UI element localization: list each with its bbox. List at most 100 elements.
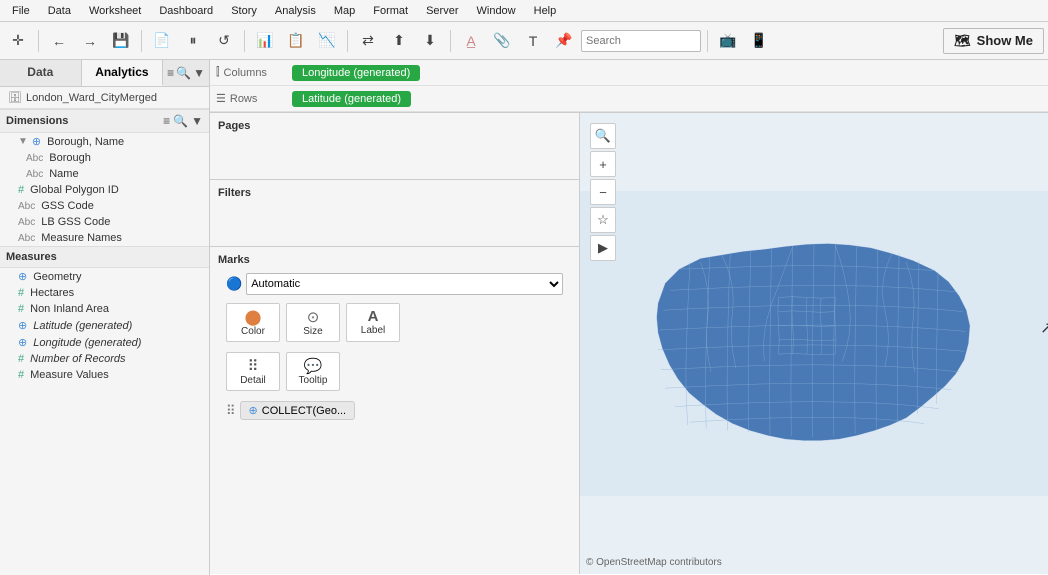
pages-body <box>218 135 571 175</box>
show-me-button[interactable]: 🗺 Show Me <box>943 28 1044 54</box>
toolbar-sort-asc[interactable]: ⬆ <box>385 27 413 55</box>
filters-body <box>218 202 571 242</box>
dimensions-header-icons: ≡ 🔍 ▼ <box>163 114 203 128</box>
field-label-lat: Latitude (generated) <box>33 320 132 332</box>
toolbar-save[interactable]: 💾 <box>107 27 135 55</box>
dimensions-list-icon[interactable]: ≡ <box>163 114 170 128</box>
field-number-records[interactable]: # Number of Records <box>0 351 209 367</box>
map-arrow-btn[interactable]: ▶ <box>590 235 616 261</box>
map-controls: 🔍 + − ☆ ▶ <box>590 123 616 261</box>
menu-server[interactable]: Server <box>418 3 466 19</box>
menu-file[interactable]: File <box>4 3 38 19</box>
filters-title: Filters <box>218 184 571 202</box>
map-bookmark-btn[interactable]: ☆ <box>590 207 616 233</box>
field-longitude-gen[interactable]: ⊕ Longitude (generated) <box>0 334 209 351</box>
marks-extra-buttons: ⠿ Detail 💬 Tooltip <box>218 348 571 397</box>
marks-panel: Marks 🔵 Automatic Bar Line Area Circle S… <box>210 247 579 574</box>
field-label-nor: Number of Records <box>30 353 125 365</box>
toolbar-highlight[interactable]: A̲ <box>457 27 485 55</box>
toolbar-back[interactable]: ← <box>45 27 73 55</box>
marks-tooltip-btn[interactable]: 💬 Tooltip <box>286 352 340 391</box>
field-label-gpid: Global Polygon ID <box>30 184 119 196</box>
left-panel: Data Analytics ≡ 🔍 ▼ 🗄 London_Ward_CityM… <box>0 60 210 575</box>
menu-story[interactable]: Story <box>223 3 265 19</box>
marks-type-icon: 🔵 <box>226 276 242 292</box>
field-borough[interactable]: Abc Borough <box>0 150 209 166</box>
map-search-btn[interactable]: 🔍 <box>590 123 616 149</box>
menu-format[interactable]: Format <box>365 3 416 19</box>
toolbar-chart2[interactable]: 📋 <box>282 27 310 55</box>
dimensions-label: Dimensions <box>6 115 68 127</box>
toolbar-chart1[interactable]: 📊 <box>251 27 279 55</box>
field-label-geometry: Geometry <box>33 271 81 283</box>
toolbar-pin[interactable]: 📌 <box>550 27 578 55</box>
panel-menu-icon[interactable]: ▼ <box>193 66 205 80</box>
toolbar-search[interactable] <box>581 30 701 52</box>
toolbar-refresh[interactable]: ↺ <box>210 27 238 55</box>
toolbar-annotation[interactable]: 📎 <box>488 27 516 55</box>
field-hectares[interactable]: # Hectares <box>0 285 209 301</box>
tab-data[interactable]: Data <box>0 60 82 86</box>
panel-search-icon[interactable]: 🔍 <box>176 66 191 80</box>
map-zoom-in-btn[interactable]: + <box>590 151 616 177</box>
panel-tab-actions: ≡ 🔍 ▼ <box>163 60 209 86</box>
rows-shelf: ☰ Rows Latitude (generated) <box>210 86 1048 112</box>
marks-type-select[interactable]: Automatic Bar Line Area Circle Shape Tex… <box>246 273 563 295</box>
toolbar-swap[interactable]: ⇄ <box>354 27 382 55</box>
menu-window[interactable]: Window <box>469 3 524 19</box>
toolbar-pause[interactable]: ⏸ <box>179 27 207 55</box>
hash-icon-mv: # <box>18 369 24 381</box>
collect-icon: ⊕ <box>249 404 258 417</box>
map-zoom-out-btn[interactable]: − <box>590 179 616 205</box>
menu-map[interactable]: Map <box>326 3 363 19</box>
tooltip-icon: 💬 <box>304 357 323 375</box>
toolbar-forward[interactable]: → <box>76 27 104 55</box>
dimensions-search-icon[interactable]: 🔍 <box>173 114 188 128</box>
marks-color-btn[interactable]: ⬤ Color <box>226 303 280 342</box>
menu-data[interactable]: Data <box>40 3 79 19</box>
toolbar-crosshair[interactable]: ✛ <box>4 27 32 55</box>
marks-collect-pill[interactable]: ⊕ COLLECT(Geo... <box>240 401 356 420</box>
toolbar-device[interactable]: 📱 <box>745 27 773 55</box>
rows-icon: ☰ <box>216 92 226 105</box>
marks-label-btn[interactable]: A Label <box>346 303 400 342</box>
data-source-name: London_Ward_CityMerged <box>26 92 157 104</box>
menu-dashboard[interactable]: Dashboard <box>151 3 221 19</box>
color-label: Color <box>241 326 265 337</box>
menu-analysis[interactable]: Analysis <box>267 3 324 19</box>
size-label: Size <box>303 326 322 337</box>
marks-size-btn[interactable]: ⊙ Size <box>286 303 340 342</box>
panel-list-icon[interactable]: ≡ <box>167 66 174 80</box>
field-label-lon: Longitude (generated) <box>33 337 141 349</box>
menu-help[interactable]: Help <box>526 3 565 19</box>
expand-icon: ▼ <box>18 136 28 147</box>
toolbar-tooltip[interactable]: T <box>519 27 547 55</box>
columns-pill[interactable]: Longitude (generated) <box>292 65 420 81</box>
size-icon: ⊙ <box>307 308 320 326</box>
field-gss-code[interactable]: Abc GSS Code <box>0 198 209 214</box>
marks-detail-btn[interactable]: ⠿ Detail <box>226 352 280 391</box>
field-label-name: Name <box>49 168 78 180</box>
field-global-polygon-id[interactable]: # Global Polygon ID <box>0 182 209 198</box>
toolbar-chart3[interactable]: 📉 <box>313 27 341 55</box>
panels-left: Pages Filters Marks 🔵 Automatic Bar <box>210 113 580 574</box>
field-lb-gss-code[interactable]: Abc LB GSS Code <box>0 214 209 230</box>
field-measure-values[interactable]: # Measure Values <box>0 367 209 383</box>
field-measure-names[interactable]: Abc Measure Names <box>0 230 209 246</box>
toolbar-sort-desc[interactable]: ⬇ <box>416 27 444 55</box>
tab-analytics[interactable]: Analytics <box>82 60 164 86</box>
data-source-row[interactable]: 🗄 London_Ward_CityMerged <box>0 87 209 109</box>
map-attribution: © OpenStreetMap contributors <box>586 557 722 568</box>
hash-icon-hectares: # <box>18 287 24 299</box>
toolbar-new-ds[interactable]: 📄 <box>148 27 176 55</box>
field-geometry[interactable]: ⊕ Geometry <box>0 268 209 285</box>
field-borough-name[interactable]: ▼ ⊕ Borough, Name <box>0 133 209 150</box>
dimensions-menu-icon[interactable]: ▼ <box>191 114 203 128</box>
field-name[interactable]: Abc Name <box>0 166 209 182</box>
toolbar-present[interactable]: 📺 <box>714 27 742 55</box>
rows-text: Rows <box>230 93 258 105</box>
rows-pill[interactable]: Latitude (generated) <box>292 91 411 107</box>
field-latitude-gen[interactable]: ⊕ Latitude (generated) <box>0 317 209 334</box>
menu-worksheet[interactable]: Worksheet <box>81 3 149 19</box>
field-non-inland-area[interactable]: # Non Inland Area <box>0 301 209 317</box>
